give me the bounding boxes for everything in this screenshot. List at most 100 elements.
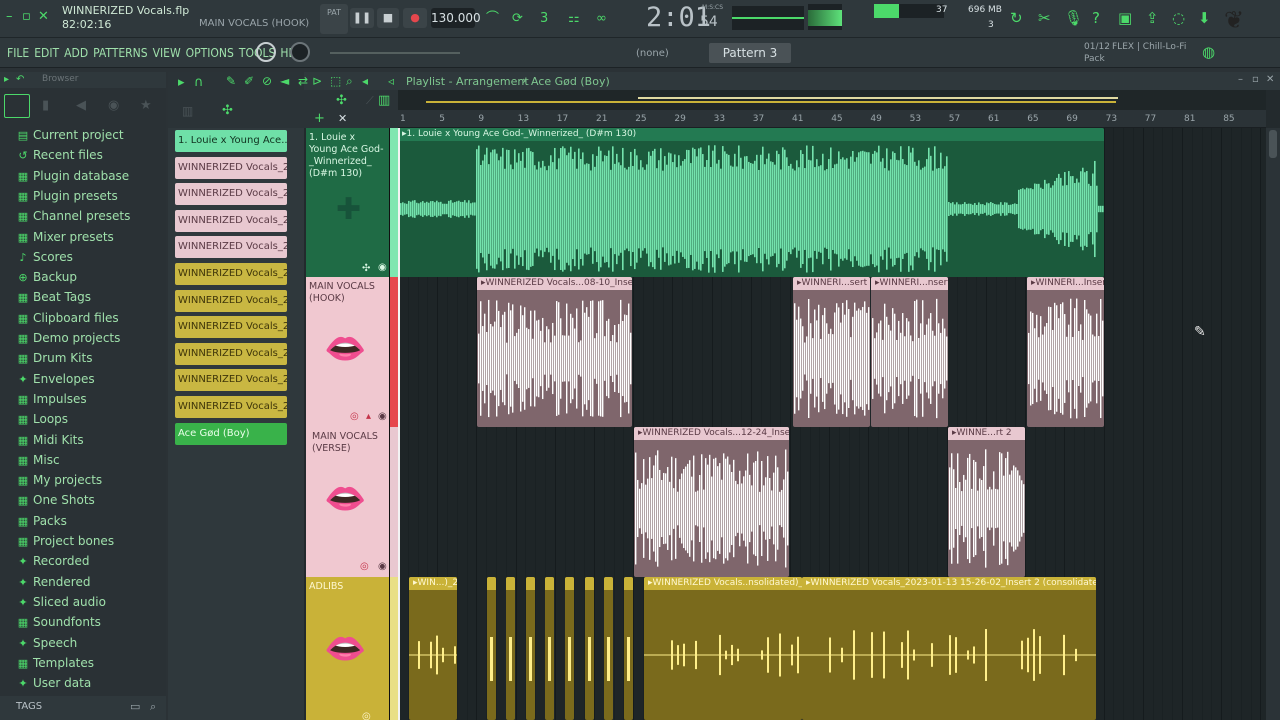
track-solo-icon[interactable]: ▴ <box>366 411 371 422</box>
browser-item[interactable]: ▦ Midi Kits <box>16 430 84 450</box>
browser-item[interactable]: ▦ Plugin database <box>16 166 129 186</box>
playlist-minimize-icon[interactable]: – <box>1238 74 1243 85</box>
track-mute-strip-beat[interactable] <box>390 128 398 277</box>
clip-adlib-small[interactable] <box>487 577 496 720</box>
remove-track-icon[interactable]: ✕ <box>338 112 347 125</box>
browser-item[interactable]: ▦ Mixer presets <box>16 227 114 247</box>
playback-icon[interactable]: ◂ <box>362 74 368 88</box>
browser-item[interactable]: ✦ Sliced audio <box>16 592 106 612</box>
pattern-selector[interactable]: Pattern 3 <box>709 43 791 63</box>
pencil-icon[interactable]: ✎ <box>226 74 236 88</box>
menu-patterns[interactable]: PATTERNS <box>93 46 147 60</box>
piano-icon[interactable]: ▥ <box>182 104 193 118</box>
search-icon[interactable]: ⌕ <box>150 700 156 714</box>
clip-adlib-small[interactable] <box>526 577 535 720</box>
browser-item[interactable]: ✦ Speech <box>16 633 77 653</box>
stop-button[interactable]: ■ <box>377 8 399 28</box>
browser-arrow-icon[interactable]: ▸ <box>4 73 9 87</box>
playlist-audio-icon[interactable]: ◃ <box>388 74 394 88</box>
clip-adlib-long-1[interactable]: ▸WINNERIZED Vocals..nsolidated)_2 #2 <box>644 577 802 720</box>
news-text[interactable]: FLEX | Chill-Lo-Fi <box>1112 42 1186 52</box>
track-header-verse[interactable]: MAIN VOCALS (VERSE) 👄 ◎ ◉ <box>306 427 390 577</box>
track-record-icon[interactable]: ◉ <box>378 411 387 422</box>
zoom-icon[interactable]: ⌕ <box>346 74 353 88</box>
clip-adlib-long-2[interactable]: ▸WINNERIZED Vocals_2023-01-13 15-26-02_I… <box>802 577 1096 720</box>
browser-item[interactable]: ⊕ Backup <box>16 267 77 287</box>
browser-item[interactable]: ♪ Scores <box>16 247 72 267</box>
tool-b-icon[interactable]: ⟋ <box>366 94 374 108</box>
clip-hook-3[interactable]: ▸WINNERI...nsert 2 <box>871 277 948 427</box>
clip-source-item[interactable]: WINNERIZED Vocals_2023... <box>175 316 287 339</box>
paint-icon[interactable]: ✐ <box>244 74 254 88</box>
pattern-selector-none[interactable]: (none) <box>636 48 669 59</box>
timeline-ruler[interactable]: 1 5 9 13 17 21 25 29 33 37 41 45 49 53 57 61 65 69 73 77 81 8… <box>398 110 1266 128</box>
clip-adlib-small[interactable] <box>545 577 554 720</box>
save-icon[interactable]: ▣ <box>1118 11 1132 26</box>
restore-icon[interactable]: ▫ <box>22 10 31 24</box>
clip-source-item[interactable]: WINNERIZED Vocals_2023... <box>175 156 287 179</box>
help-icon[interactable]: ? <box>1092 11 1100 26</box>
cursor-move-icon[interactable]: ✣ <box>336 94 347 108</box>
browser-item[interactable]: ▦ Plugin presets <box>16 186 118 206</box>
clip-adlib-small[interactable] <box>624 577 633 720</box>
undo-icon[interactable]: ↻ <box>1010 11 1023 26</box>
clip-source-item[interactable]: WINNERIZED Vocals_2023... <box>175 342 287 365</box>
browser-back-icon[interactable]: ↶ <box>16 73 24 87</box>
clip-source-item[interactable]: WINNERIZED Vocals_2023... <box>175 183 287 206</box>
browser-item[interactable]: ✦ Envelopes <box>16 369 94 389</box>
browser-item[interactable]: ▦ Impulses <box>16 389 87 409</box>
menu-add[interactable]: ADD <box>64 46 88 60</box>
add-track-icon[interactable]: + <box>314 112 325 126</box>
browser-item[interactable]: ▦ Channel presets <box>16 206 131 226</box>
master-pitch-knob[interactable] <box>290 42 310 62</box>
browser-item[interactable]: ▦ One Shots <box>16 490 95 510</box>
master-volume-knob[interactable] <box>256 42 276 62</box>
clip-adlib-small[interactable] <box>604 577 613 720</box>
slip-icon[interactable]: ⇄ <box>298 74 308 88</box>
track-record-icon[interactable]: ◉ <box>378 561 387 572</box>
pause-button[interactable]: ❚❚ <box>350 8 374 28</box>
metronome-icon[interactable]: ⌒ <box>486 12 499 26</box>
browser-item[interactable]: ▦ Drum Kits <box>16 348 93 368</box>
clip-source-item[interactable]: WINNERIZED Vocals_2023... <box>175 289 287 312</box>
pitch-slider[interactable] <box>330 52 460 54</box>
wait-icon[interactable]: ⟳ <box>512 12 523 26</box>
download-icon[interactable]: ⬇ <box>1198 11 1211 26</box>
tags-label[interactable]: TAGS <box>16 701 42 712</box>
playlist-overview[interactable] <box>398 90 1266 110</box>
menu-file[interactable]: FILE <box>7 46 29 60</box>
tempo-display[interactable]: 130.000 <box>431 8 481 28</box>
clip-hook-1[interactable]: ▸WINNERIZED Vocals...08-10_Insert 2 <box>477 277 632 427</box>
track-move-icon[interactable]: ✣ <box>362 262 370 276</box>
clip-adlib-small[interactable] <box>565 577 574 720</box>
menu-view[interactable]: VIEW <box>153 46 181 60</box>
clip-hook-4[interactable]: ▸WINNERI...Insert 2 <box>1027 277 1104 427</box>
globe-icon[interactable]: ◍ <box>1202 45 1215 60</box>
browser-item[interactable]: ▦ Loops <box>16 409 68 429</box>
chat-icon[interactable]: ◌ <box>1172 11 1185 26</box>
clip-source-item[interactable]: Ace Gød (Boy) <box>175 422 287 445</box>
clip-source-item[interactable]: WINNERIZED Vocals_2023... <box>175 263 287 285</box>
tools-icon[interactable]: ✂ <box>1038 11 1051 26</box>
browser-tab-all[interactable] <box>4 94 30 118</box>
cursor-icon[interactable]: ✣ <box>222 104 233 118</box>
pat-song-toggle[interactable]: PAT <box>320 4 348 34</box>
clip-beat[interactable]: ▸1. Louie x Young Ace God-_Winnerized_ (… <box>398 128 1104 277</box>
close-icon[interactable]: ✕ <box>38 10 49 24</box>
track-record-icon[interactable]: ◉ <box>378 262 387 273</box>
browser-item[interactable]: ✦ Recorded <box>16 551 89 571</box>
browser-item[interactable]: ✦ Rendered <box>16 572 90 592</box>
clip-adlib-small[interactable] <box>585 577 594 720</box>
clip-verse-2[interactable]: ▸WINNE...rt 2 <box>948 427 1025 577</box>
record-button[interactable]: ● <box>403 8 427 28</box>
microphone-icon[interactable]: 🎙 <box>1064 11 1083 26</box>
clip-source-item[interactable]: WINNERIZED Vocals_2023... <box>175 236 287 259</box>
playhead[interactable] <box>398 128 400 720</box>
clip-source-item[interactable]: WINNERIZED Vocals_2... <box>175 396 287 418</box>
clip-source-item[interactable]: WINNERIZED Vocals_2... <box>175 369 287 392</box>
slice-icon[interactable]: ⊳ <box>312 74 322 88</box>
browser-item[interactable]: ▤ Current project <box>16 125 124 145</box>
browser-item[interactable]: ▦ Templates <box>16 653 94 673</box>
folder-icon[interactable]: ▭ <box>130 700 140 713</box>
clip-verse-1[interactable]: ▸WINNERIZED Vocals...12-24_Insert 2 <box>634 427 789 577</box>
